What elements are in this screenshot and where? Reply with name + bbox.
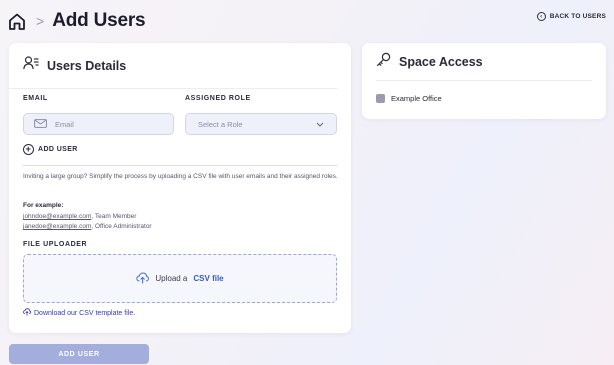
users-icon [23, 56, 39, 75]
add-user-submit-button[interactable]: ADD USER [9, 344, 149, 364]
back-arrow-icon: ‹ [536, 12, 546, 21]
key-icon [376, 52, 391, 72]
assigned-role-label: ASSIGNED ROLE [185, 95, 251, 102]
example-email: johndoe@example.com [23, 213, 92, 220]
example-email: janedoe@example.com [23, 223, 92, 230]
add-user-row-label: ADD USER [38, 146, 78, 153]
divider [23, 165, 337, 166]
users-details-header: Users Details [9, 43, 337, 89]
download-template-link[interactable]: Download our CSV template file. [23, 308, 135, 318]
users-details-card: Users Details EMAIL ASSIGNED ROLE Email … [9, 43, 351, 333]
mail-icon [34, 118, 47, 130]
download-icon [23, 308, 32, 318]
back-to-users-label: BACK TO USERS [549, 13, 606, 20]
csv-hint-text: Inviting a large group? Simplify the pro… [23, 173, 338, 180]
space-access-header: Space Access [376, 43, 592, 81]
role-select[interactable]: Select a Role [185, 113, 337, 135]
breadcrumb-separator: > [36, 13, 45, 29]
space-option-example-office[interactable]: Example Office [376, 94, 442, 103]
space-label: Example Office [391, 94, 442, 103]
add-user-row-button[interactable]: + ADD USER [23, 144, 78, 155]
upload-text: Upload a [155, 274, 188, 283]
back-to-users-link[interactable]: ‹ BACK TO USERS [536, 12, 606, 21]
email-placeholder: Email [55, 119, 74, 129]
home-icon[interactable] [8, 10, 28, 32]
breadcrumb: > Add Users [8, 8, 146, 34]
plus-circle-icon: + [23, 144, 34, 155]
example-role: , Team Member [91, 213, 137, 220]
space-access-card: Space Access Example Office [362, 43, 606, 119]
example-title: For example: [23, 202, 64, 209]
role-placeholder: Select a Role [198, 119, 243, 129]
users-details-title: Users Details [47, 58, 127, 73]
example-line: johndoe@example.com, Team Member [23, 213, 136, 220]
email-label: EMAIL [23, 95, 48, 102]
csv-upload-dropzone[interactable]: Upload a CSV file [23, 254, 337, 303]
cloud-upload-icon [136, 271, 150, 286]
checkbox[interactable] [376, 94, 385, 103]
space-access-title: Space Access [399, 54, 483, 69]
file-uploader-label: FILE UPLOADER [23, 241, 88, 248]
chevron-down-icon [316, 120, 324, 129]
email-field[interactable]: Email [23, 113, 174, 135]
example-line: janedoe@example.com, Office Administrato… [23, 223, 152, 230]
csv-file-link[interactable]: CSV file [193, 274, 223, 283]
download-template-label: Download our CSV template file. [34, 309, 136, 317]
page-title: Add Users [52, 10, 146, 31]
example-role: , Office Administrator [91, 223, 152, 230]
